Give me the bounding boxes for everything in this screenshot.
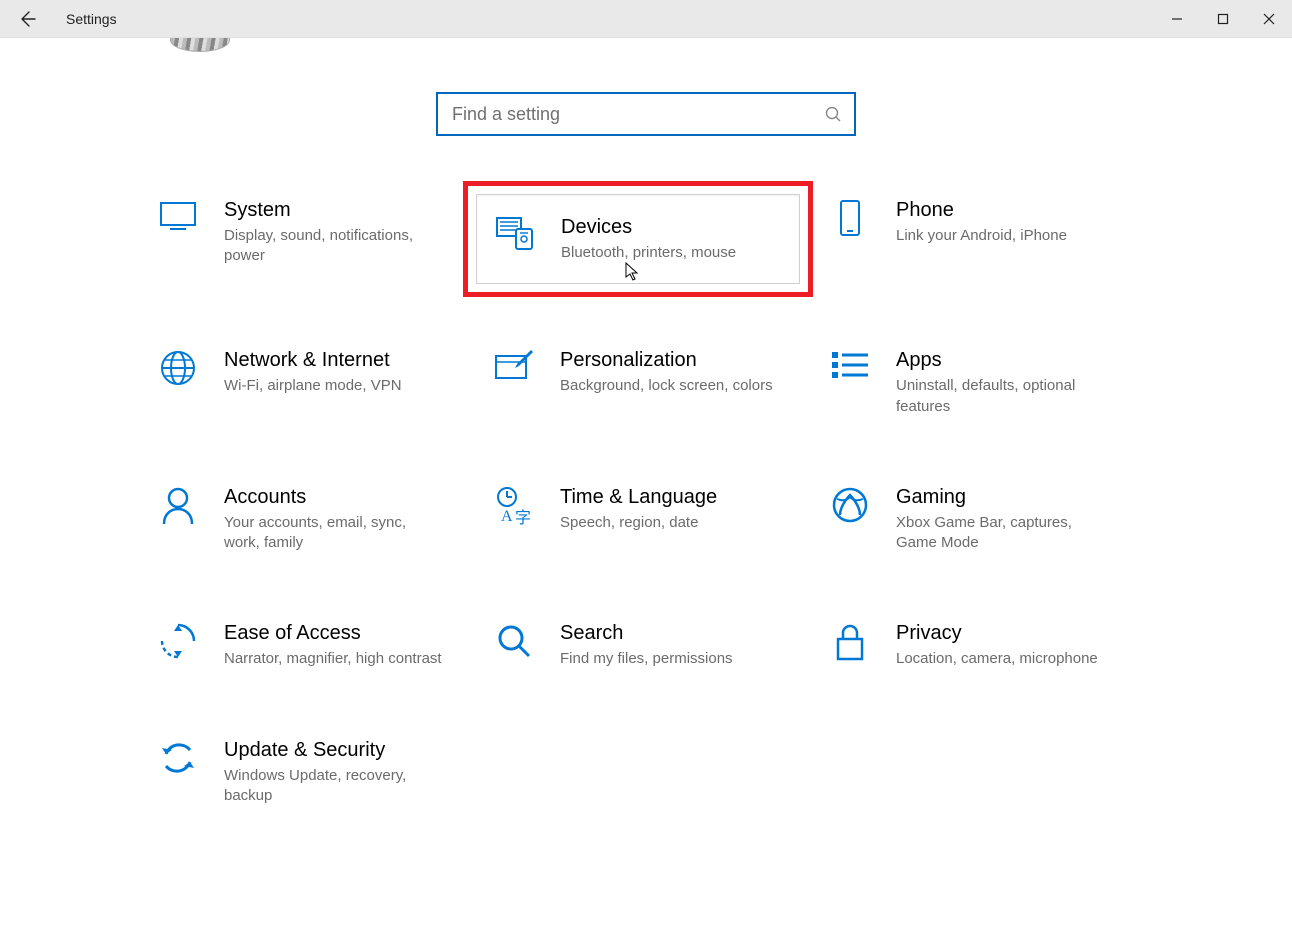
tile-desc: Narrator, magnifier, high contrast xyxy=(224,649,442,669)
tile-title: Accounts xyxy=(224,485,444,509)
tile-system[interactable]: System Display, sound, notifications, po… xyxy=(156,194,464,284)
search-box[interactable] xyxy=(436,92,856,136)
tile-title: Apps xyxy=(896,348,1116,372)
tile-desc: Location, camera, microphone xyxy=(896,649,1098,669)
back-arrow-icon[interactable] xyxy=(18,10,36,28)
tile-title: Ease of Access xyxy=(224,621,442,645)
tile-phone[interactable]: Phone Link your Android, iPhone xyxy=(828,194,1136,284)
tile-accounts[interactable]: Accounts Your accounts, email, sync, wor… xyxy=(156,481,464,558)
tile-desc: Display, sound, notifications, power xyxy=(224,226,444,267)
tile-desc: Bluetooth, printers, mouse xyxy=(561,243,736,263)
tile-desc: Your accounts, email, sync, work, family xyxy=(224,513,444,554)
settings-grid: System Display, sound, notifications, po… xyxy=(156,194,1136,810)
tile-desc: Speech, region, date xyxy=(560,513,717,533)
personalization-icon xyxy=(492,350,536,394)
system-icon xyxy=(156,200,200,244)
tile-title: Phone xyxy=(896,198,1067,222)
ease-of-access-icon xyxy=(156,623,200,667)
tile-network[interactable]: Network & Internet Wi-Fi, airplane mode,… xyxy=(156,344,464,421)
tile-update-security[interactable]: Update & Security Windows Update, recove… xyxy=(156,734,464,811)
minimize-button[interactable] xyxy=(1154,0,1200,37)
avatar-fragment xyxy=(170,38,230,52)
svg-text:字: 字 xyxy=(515,509,531,525)
tile-ease-of-access[interactable]: Ease of Access Narrator, magnifier, high… xyxy=(156,617,464,673)
tile-desc: Windows Update, recovery, backup xyxy=(224,766,444,807)
tile-title: Devices xyxy=(561,215,736,239)
tile-title: Gaming xyxy=(896,485,1116,509)
maximize-button[interactable] xyxy=(1200,0,1246,37)
tile-time-language[interactable]: A 字 Time & Language Speech, region, date xyxy=(492,481,800,558)
tile-title: Time & Language xyxy=(560,485,717,509)
update-icon xyxy=(156,740,200,784)
tile-title: Network & Internet xyxy=(224,348,402,372)
highlight-box: Devices Bluetooth, printers, mouse xyxy=(463,181,813,297)
tile-desc: Xbox Game Bar, captures, Game Mode xyxy=(896,513,1116,554)
tile-apps[interactable]: Apps Uninstall, defaults, optional featu… xyxy=(828,344,1136,421)
devices-icon xyxy=(493,217,537,261)
tile-devices[interactable]: Devices Bluetooth, printers, mouse xyxy=(493,211,787,267)
tile-desc: Background, lock screen, colors xyxy=(560,376,773,396)
time-language-icon: A 字 xyxy=(492,487,536,531)
tile-desc: Find my files, permissions xyxy=(560,649,733,669)
gaming-icon xyxy=(828,487,872,531)
search-icon xyxy=(824,105,842,123)
tile-title: Personalization xyxy=(560,348,773,372)
tile-title: System xyxy=(224,198,444,222)
tile-desc: Link your Android, iPhone xyxy=(896,226,1067,246)
privacy-icon xyxy=(828,623,872,667)
tile-search[interactable]: Search Find my files, permissions xyxy=(492,617,800,673)
tile-title: Update & Security xyxy=(224,738,444,762)
window-title: Settings xyxy=(56,11,117,27)
tile-desc: Uninstall, defaults, optional features xyxy=(896,376,1116,417)
tile-title: Privacy xyxy=(896,621,1098,645)
phone-icon xyxy=(828,200,872,244)
tile-personalization[interactable]: Personalization Background, lock screen,… xyxy=(492,344,800,421)
svg-text:A: A xyxy=(501,508,513,525)
titlebar: Settings xyxy=(0,0,1292,38)
apps-icon xyxy=(828,350,872,394)
close-button[interactable] xyxy=(1246,0,1292,37)
accounts-icon xyxy=(156,487,200,531)
tile-gaming[interactable]: Gaming Xbox Game Bar, captures, Game Mod… xyxy=(828,481,1136,558)
search-category-icon xyxy=(492,623,536,667)
tile-desc: Wi-Fi, airplane mode, VPN xyxy=(224,376,402,396)
search-input[interactable] xyxy=(452,104,824,125)
network-icon xyxy=(156,350,200,394)
tile-title: Search xyxy=(560,621,733,645)
tile-privacy[interactable]: Privacy Location, camera, microphone xyxy=(828,617,1136,673)
